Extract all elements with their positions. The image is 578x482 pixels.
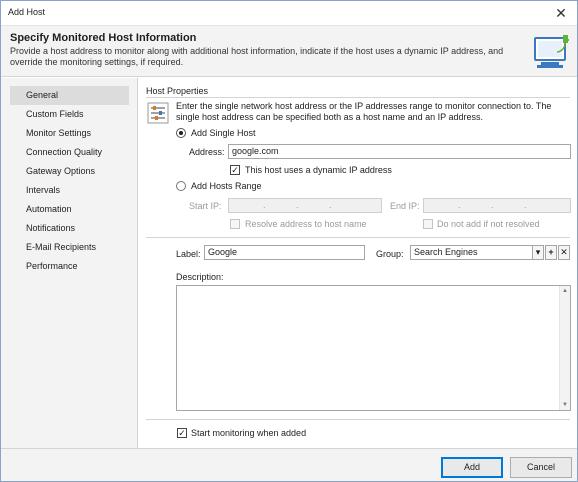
label-input[interactable]: Google [204, 245, 365, 260]
add-host-dialog: Add Host ✕ Specify Monitored Host Inform… [0, 0, 578, 482]
header-title: Specify Monitored Host Information [10, 32, 197, 44]
scroll-down-icon[interactable]: ▼ [560, 400, 570, 410]
hosts-range-label: Add Hosts Range [191, 181, 262, 191]
sidebar-item-connection-quality[interactable]: Connection Quality [10, 143, 129, 162]
monitor-plug-icon [534, 35, 569, 68]
group-field-label: Group: [376, 249, 404, 259]
hosts-range-radio[interactable] [176, 181, 186, 191]
host-properties-description: Enter the single network host address or… [176, 101, 552, 122]
description-scrollbar[interactable]: ▲ ▼ [559, 286, 570, 410]
divider [146, 419, 570, 420]
start-monitoring-checkbox[interactable]: ✓ [177, 428, 187, 438]
sidebar-item-notifications[interactable]: Notifications [10, 219, 129, 238]
check-icon: ✓ [231, 165, 239, 175]
section-divider [146, 97, 570, 98]
window-title: Add Host [8, 7, 46, 17]
sidebar-item-monitor-settings[interactable]: Monitor Settings [10, 124, 129, 143]
sidebar-item-intervals[interactable]: Intervals [10, 181, 129, 200]
general-panel: Host Properties Enter the single network… [139, 78, 577, 448]
check-icon: ✓ [178, 428, 186, 438]
sidebar-item-gateway-options[interactable]: Gateway Options [10, 162, 129, 181]
scroll-up-icon[interactable]: ▲ [560, 286, 570, 296]
sidebar-item-automation[interactable]: Automation [10, 200, 129, 219]
single-host-radio[interactable] [176, 128, 186, 138]
single-host-label: Add Single Host [191, 128, 256, 138]
close-icon[interactable]: ✕ [551, 3, 571, 23]
address-label: Address: [189, 147, 225, 157]
remove-group-button[interactable]: ✕ [558, 245, 570, 260]
sidebar-nav: General Custom Fields Monitor Settings C… [1, 78, 138, 448]
start-monitoring-label: Start monitoring when added [191, 428, 307, 438]
header-description: Provide a host address to monitor along … [10, 46, 504, 67]
address-input[interactable]: google.com [228, 144, 571, 159]
label-field-label: Label: [176, 249, 201, 259]
divider [146, 237, 570, 238]
description-textarea[interactable]: ▲ ▼ [176, 285, 571, 411]
sidebar-item-custom-fields[interactable]: Custom Fields [10, 105, 129, 124]
section-title: Host Properties [146, 86, 209, 96]
start-ip-label: Start IP: [189, 201, 222, 211]
start-ip-input[interactable]: . . . [228, 198, 382, 213]
group-select[interactable]: Search Engines [410, 245, 533, 260]
sidebar-item-general[interactable]: General [10, 86, 129, 105]
sidebar-item-performance[interactable]: Performance [10, 257, 129, 276]
sidebar-item-email-recipients[interactable]: E-Mail Recipients [10, 238, 129, 257]
title-bar: Add Host ✕ [1, 1, 577, 25]
cancel-button[interactable]: Cancel [510, 457, 572, 478]
add-button[interactable]: Add [441, 457, 503, 478]
dynamic-ip-checkbox[interactable]: ✓ [230, 165, 240, 175]
do-not-add-checkbox[interactable] [423, 219, 433, 229]
dialog-header: Specify Monitored Host Information Provi… [1, 25, 577, 77]
add-group-button[interactable]: + [545, 245, 557, 260]
sliders-icon [147, 102, 169, 124]
resolve-address-label: Resolve address to host name [245, 219, 367, 229]
resolve-address-checkbox[interactable] [230, 219, 240, 229]
dynamic-ip-label: This host uses a dynamic IP address [245, 165, 392, 175]
description-label: Description: [176, 272, 224, 282]
end-ip-label: End IP: [390, 201, 420, 211]
group-dropdown-icon[interactable]: ▾ [532, 245, 544, 260]
end-ip-input[interactable]: . . . [423, 198, 571, 213]
do-not-add-label: Do not add if not resolved [437, 219, 540, 229]
dialog-footer: Add Cancel [1, 448, 577, 481]
